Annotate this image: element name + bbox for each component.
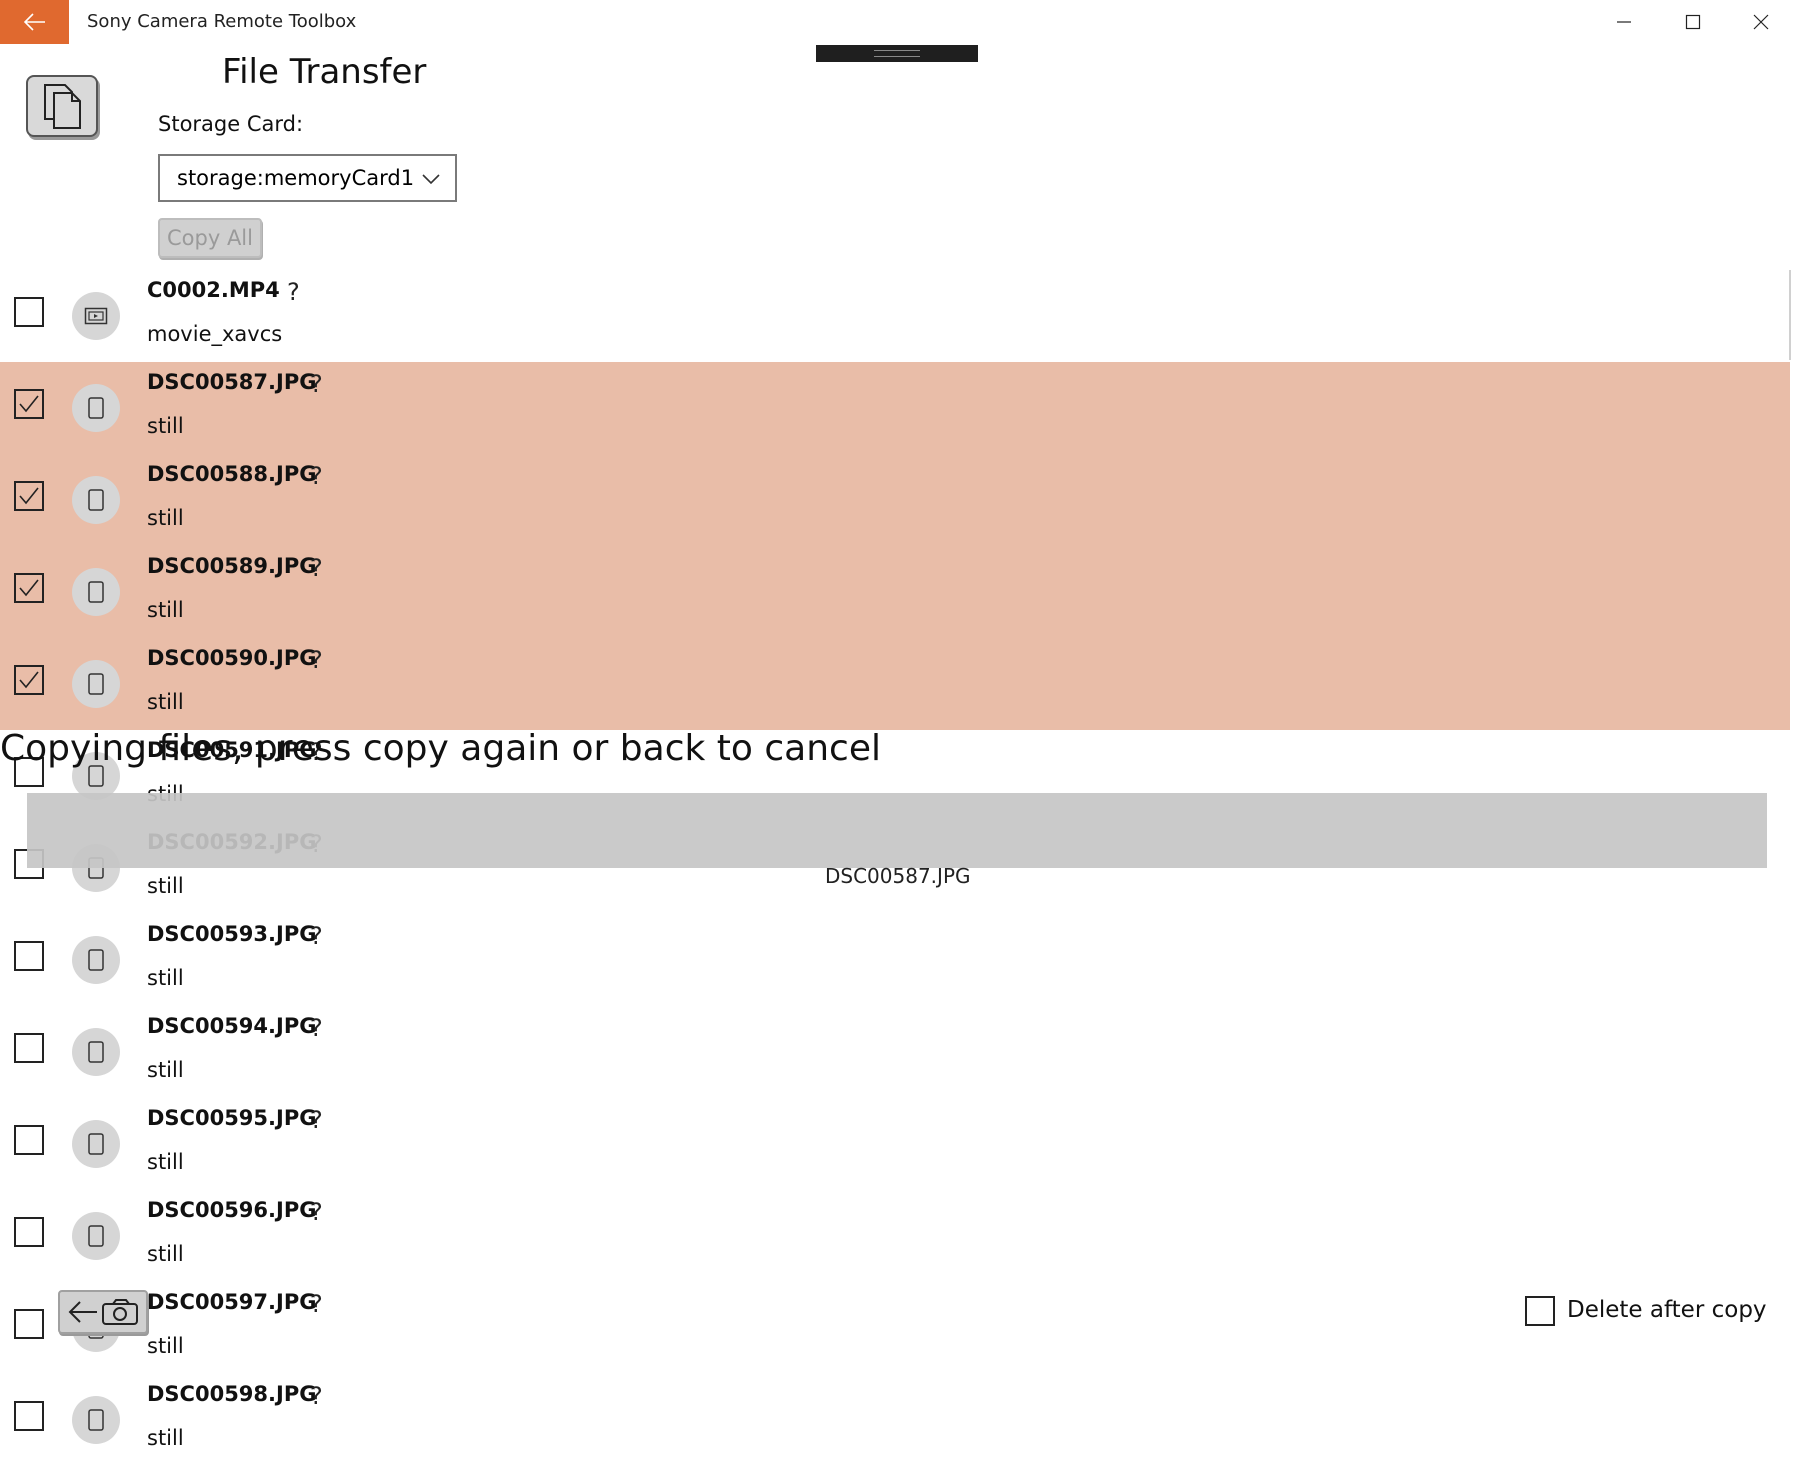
file-name: DSC00588.JPG: [147, 462, 317, 486]
maximize-icon: [1685, 14, 1700, 30]
file-name: DSC00596.JPG: [147, 1198, 317, 1222]
file-status-icon: ?: [310, 370, 323, 398]
file-row[interactable]: C0002.MP4? movie_xavcs: [0, 270, 1790, 362]
file-row[interactable]: DSC00598.JPG? still: [0, 1374, 1790, 1466]
file-status-icon: ?: [310, 462, 323, 490]
file-checkbox[interactable]: [14, 665, 44, 695]
file-type: still: [147, 598, 184, 622]
file-checkbox[interactable]: [14, 573, 44, 603]
title-bar: Sony Camera Remote Toolbox: [0, 0, 1795, 44]
back-button[interactable]: [0, 0, 69, 44]
current-copy-file: DSC00587.JPG: [825, 864, 971, 888]
file-type: movie_xavcs: [147, 322, 283, 346]
file-name: DSC00598.JPG: [147, 1382, 317, 1406]
checkmark-icon: [19, 395, 39, 413]
file-name: DSC00593.JPG: [147, 922, 317, 946]
file-name: C0002.MP4: [147, 278, 280, 302]
photo-icon: [72, 1396, 120, 1444]
file-status-icon: ?: [310, 1290, 323, 1318]
checkmark-icon: [19, 487, 39, 505]
file-status-icon: ?: [287, 278, 300, 306]
file-status-icon: ?: [310, 922, 323, 950]
storage-card-value: storage:memoryCard1: [177, 166, 415, 190]
file-name: DSC00590.JPG: [147, 646, 317, 670]
file-checkbox[interactable]: [14, 481, 44, 511]
file-row[interactable]: DSC00597.JPG? still: [0, 1282, 1790, 1374]
close-button[interactable]: [1726, 0, 1795, 44]
copy-progress-bar: [27, 793, 1767, 868]
photo-icon: [72, 476, 120, 524]
app-title: Sony Camera Remote Toolbox: [87, 11, 357, 32]
file-type: still: [147, 1150, 184, 1174]
photo-icon: [72, 384, 120, 432]
photo-icon: [72, 1028, 120, 1076]
movie-icon: [72, 292, 120, 340]
file-transfer-icon: [26, 75, 98, 137]
file-name: DSC00587.JPG: [147, 370, 317, 394]
file-status-icon: ?: [310, 1382, 323, 1410]
file-type: still: [147, 1334, 184, 1358]
file-name: DSC00597.JPG: [147, 1290, 317, 1314]
copy-all-button[interactable]: Copy All: [158, 218, 262, 258]
back-camera-icon: [68, 1299, 138, 1325]
file-checkbox[interactable]: [14, 1217, 44, 1247]
file-checkbox[interactable]: [14, 1401, 44, 1431]
copying-status-message: Copying files, press copy again or back …: [0, 728, 881, 769]
checkmark-icon: [19, 671, 39, 689]
file-status-icon: ?: [310, 1198, 323, 1226]
file-type: still: [147, 690, 184, 714]
file-row[interactable]: DSC00596.JPG? still: [0, 1190, 1790, 1282]
file-checkbox[interactable]: [14, 1033, 44, 1063]
close-icon: [1753, 14, 1768, 30]
file-name: DSC00595.JPG: [147, 1106, 317, 1130]
photo-icon: [72, 1120, 120, 1168]
file-checkbox[interactable]: [14, 1125, 44, 1155]
file-name: DSC00594.JPG: [147, 1014, 317, 1038]
photo-icon: [72, 1212, 120, 1260]
file-row[interactable]: DSC00593.JPG? still: [0, 914, 1790, 1006]
photo-icon: [72, 660, 120, 708]
photo-icon: [72, 936, 120, 984]
file-type: still: [147, 414, 184, 438]
file-type: still: [147, 1058, 184, 1082]
file-row[interactable]: DSC00594.JPG? still: [0, 1006, 1790, 1098]
file-status-icon: ?: [310, 1106, 323, 1134]
checkmark-icon: [19, 579, 39, 597]
file-type: still: [147, 1242, 184, 1266]
file-row[interactable]: DSC00588.JPG? still: [0, 454, 1790, 546]
file-row[interactable]: DSC00589.JPG? still: [0, 546, 1790, 638]
minimize-button[interactable]: [1589, 0, 1658, 44]
storage-card-label: Storage Card:: [158, 112, 304, 136]
file-checkbox[interactable]: [14, 941, 44, 971]
file-checkbox[interactable]: [14, 1309, 44, 1339]
storage-card-dropdown[interactable]: storage:memoryCard1: [158, 154, 457, 202]
file-checkbox[interactable]: [14, 297, 44, 327]
arrow-left-icon: [23, 13, 45, 31]
photo-icon: [72, 568, 120, 616]
maximize-button[interactable]: [1658, 0, 1727, 44]
file-type: still: [147, 1426, 184, 1450]
file-row[interactable]: DSC00595.JPG? still: [0, 1098, 1790, 1190]
delete-after-copy-checkbox[interactable]: [1525, 1296, 1555, 1326]
file-checkbox[interactable]: [14, 389, 44, 419]
file-row[interactable]: DSC00587.JPG? still: [0, 362, 1790, 454]
chevron-down-icon: [422, 174, 440, 185]
file-status-icon: ?: [310, 1014, 323, 1042]
file-status-icon: ?: [310, 554, 323, 582]
file-type: still: [147, 874, 184, 898]
file-row[interactable]: DSC00590.JPG? still: [0, 638, 1790, 730]
drag-handle[interactable]: [816, 45, 978, 62]
minimize-icon: [1616, 21, 1631, 23]
file-name: DSC00589.JPG: [147, 554, 317, 578]
page-title: File Transfer: [222, 52, 427, 92]
file-type: still: [147, 966, 184, 990]
back-to-camera-button[interactable]: [58, 1290, 148, 1334]
delete-after-copy-label[interactable]: Delete after copy: [1567, 1297, 1767, 1323]
file-type: still: [147, 506, 184, 530]
file-status-icon: ?: [310, 646, 323, 674]
scrollbar[interactable]: [1789, 270, 1791, 360]
